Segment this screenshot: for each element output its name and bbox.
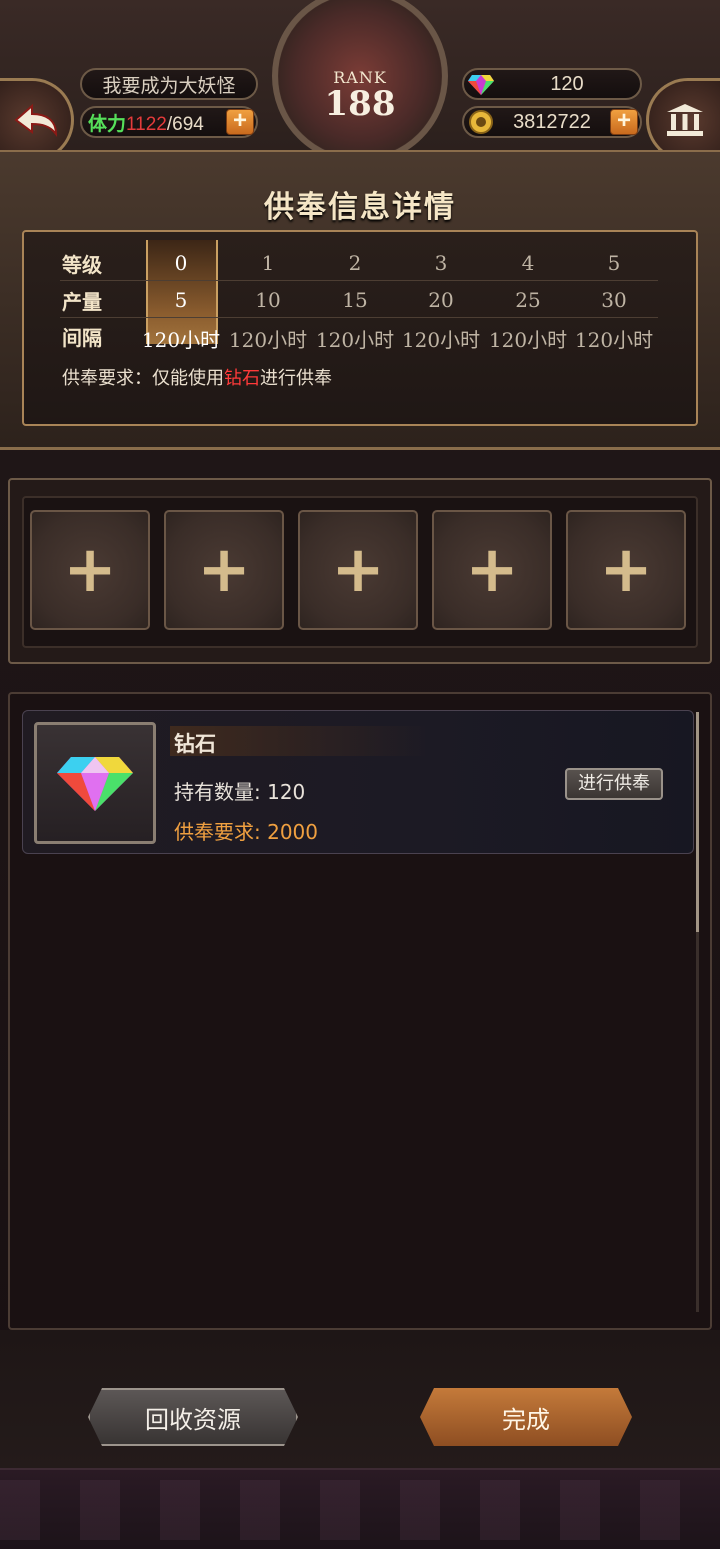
level-cell: 0 bbox=[174, 251, 188, 275]
stamina-bar: 体力1122/694 + bbox=[80, 106, 258, 138]
offering-slot[interactable]: + bbox=[298, 510, 418, 630]
interval-cell: 120小时 bbox=[141, 328, 221, 352]
interval-cell: 120小时 bbox=[401, 328, 481, 352]
diamond-icon bbox=[57, 757, 133, 811]
output-cell: 20 bbox=[428, 288, 454, 312]
interval-cell: 120小时 bbox=[574, 328, 654, 352]
offering-screen: 我要成为大妖怪 体力1122/694 + RANK 188 120 381272… bbox=[0, 0, 720, 1549]
level-cell: 4 bbox=[521, 251, 535, 275]
add-gold-button[interactable]: + bbox=[610, 109, 638, 135]
add-icon: + bbox=[63, 533, 117, 607]
stamina-label: 体力 bbox=[88, 113, 127, 135]
interval-cell: 120小时 bbox=[488, 328, 568, 352]
row-label-output: 产量 bbox=[62, 290, 102, 314]
list-scrollbar[interactable] bbox=[696, 712, 699, 1312]
interval-cell: 120小时 bbox=[228, 328, 308, 352]
footer-decoration bbox=[0, 1468, 720, 1549]
stamina-max: /694 bbox=[166, 113, 204, 135]
add-icon: + bbox=[197, 533, 251, 607]
offering-slot[interactable]: + bbox=[432, 510, 552, 630]
done-button[interactable]: 完成 bbox=[420, 1388, 632, 1446]
recycle-resources-button[interactable]: 回收资源 bbox=[88, 1388, 298, 1446]
gem-count: 120 bbox=[550, 72, 584, 95]
requirement-highlight: 钻石 bbox=[224, 368, 260, 389]
output-cell: 10 bbox=[255, 288, 281, 312]
interval-cell: 120小时 bbox=[315, 328, 395, 352]
offering-slot[interactable]: + bbox=[566, 510, 686, 630]
offering-slot[interactable]: + bbox=[30, 510, 150, 630]
gold-count: 3812722 bbox=[513, 110, 591, 133]
back-arrow-icon bbox=[13, 103, 57, 138]
info-title: 供奉信息详情 bbox=[264, 190, 456, 225]
building-icon bbox=[666, 104, 703, 136]
add-icon: + bbox=[331, 533, 385, 607]
add-icon: + bbox=[599, 533, 653, 607]
row-divider bbox=[60, 280, 658, 281]
add-stamina-button[interactable]: + bbox=[226, 109, 254, 135]
output-cell: 15 bbox=[342, 288, 368, 312]
add-icon: + bbox=[465, 533, 519, 607]
output-cell: 25 bbox=[515, 288, 541, 312]
output-cell: 30 bbox=[601, 288, 627, 312]
stamina-current: 1122 bbox=[126, 113, 167, 135]
arch-pattern bbox=[0, 1480, 720, 1540]
level-cell: 5 bbox=[607, 251, 621, 275]
offering-requirement: 供奉要求：仅能使用钻石进行供奉 bbox=[62, 364, 332, 390]
item-requirement: 供奉要求: 2000 bbox=[174, 820, 318, 844]
level-cell: 2 bbox=[348, 251, 362, 275]
requirement-suffix: 进行供奉 bbox=[260, 368, 332, 389]
output-cell: 5 bbox=[174, 288, 188, 312]
gem-icon bbox=[468, 71, 494, 97]
offer-button[interactable]: 进行供奉 bbox=[565, 768, 663, 800]
player-name: 我要成为大妖怪 bbox=[80, 68, 258, 100]
item-owned-count: 持有数量: 120 bbox=[174, 780, 306, 804]
scrollbar-thumb[interactable] bbox=[696, 712, 699, 932]
row-divider bbox=[60, 317, 658, 318]
level-cell: 1 bbox=[261, 251, 275, 275]
item-name: 钻石 bbox=[174, 732, 216, 756]
rank-value: 188 bbox=[324, 84, 396, 124]
gold-counter: 3812722 + bbox=[462, 106, 642, 138]
row-label-interval: 间隔 bbox=[62, 326, 102, 350]
level-cell: 3 bbox=[434, 251, 448, 275]
row-label-level: 等级 bbox=[62, 253, 102, 277]
requirement-prefix: 供奉要求：仅能使用 bbox=[62, 368, 224, 389]
gold-coin-icon bbox=[468, 109, 494, 135]
rank-medal: RANK 188 bbox=[272, 0, 448, 170]
item-thumbnail bbox=[34, 722, 156, 844]
offering-slot[interactable]: + bbox=[164, 510, 284, 630]
gem-counter: 120 bbox=[462, 68, 642, 100]
